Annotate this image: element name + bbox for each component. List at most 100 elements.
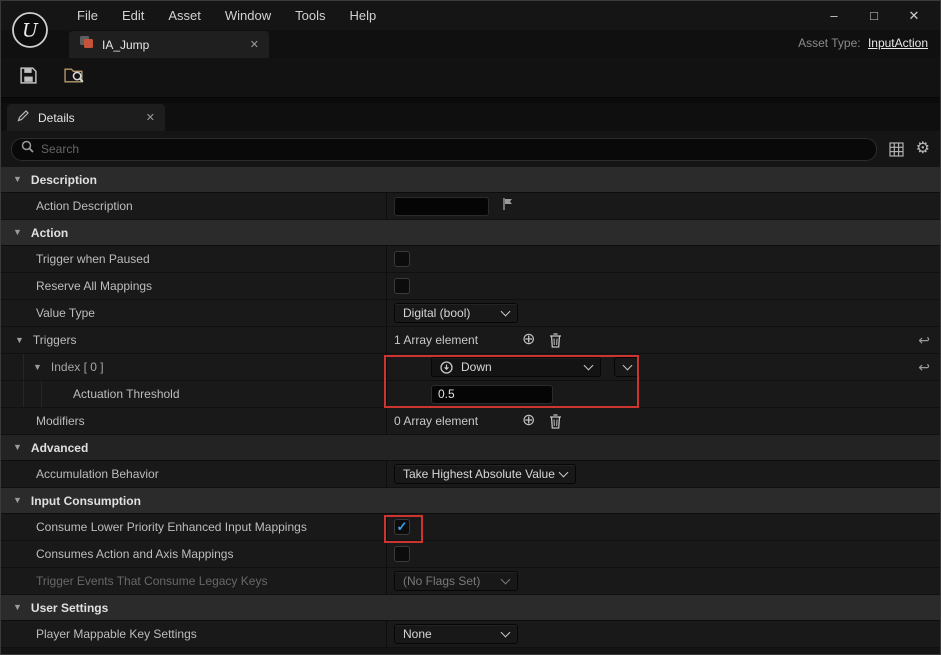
chevron-down-icon[interactable]: ▼ bbox=[15, 335, 24, 345]
asset-tab-strip: IA_Jump ✕ Asset Type: InputAction bbox=[1, 30, 940, 58]
chevron-down-icon bbox=[500, 627, 511, 637]
row-consumes-action-axis: Consumes Action and Axis Mappings ✓ bbox=[1, 541, 940, 568]
gear-icon[interactable]: ⚙ bbox=[916, 141, 930, 157]
input-action-icon bbox=[79, 35, 94, 54]
check-icon: ✓ bbox=[396, 519, 408, 534]
unreal-logo: U bbox=[11, 11, 49, 54]
row-consume-lower-priority: Consume Lower Priority Enhanced Input Ma… bbox=[1, 514, 940, 541]
dropdown-value: None bbox=[403, 627, 432, 641]
reserve-all-mappings-checkbox[interactable]: ✓ bbox=[394, 278, 410, 294]
section-title: Advanced bbox=[30, 440, 89, 455]
add-element-icon[interactable]: ⊕ bbox=[522, 413, 535, 429]
array-count-text: 0 Array element bbox=[394, 414, 479, 428]
chevron-down-icon: ▼ bbox=[13, 174, 22, 184]
chevron-down-icon bbox=[583, 360, 594, 370]
minimize-icon[interactable]: – bbox=[814, 1, 854, 30]
trash-icon[interactable] bbox=[549, 413, 562, 429]
property-label: Player Mappable Key Settings bbox=[36, 627, 197, 641]
row-player-mappable-key-settings: Player Mappable Key Settings None bbox=[1, 621, 940, 648]
tab-ia-jump[interactable]: IA_Jump ✕ bbox=[69, 31, 269, 58]
row-triggers: ▼ Triggers 1 Array element ⊕ ↩ bbox=[1, 327, 940, 354]
chevron-down-icon: ▼ bbox=[13, 442, 22, 452]
asset-type-link[interactable]: InputAction bbox=[868, 36, 928, 50]
section-title: Action bbox=[30, 225, 69, 240]
chevron-down-icon: ▼ bbox=[13, 495, 22, 505]
section-user-settings[interactable]: ▼ User Settings bbox=[1, 595, 940, 621]
indent-guide bbox=[41, 381, 42, 407]
menu-tools[interactable]: Tools bbox=[283, 1, 337, 30]
section-description[interactable]: ▼ Description bbox=[1, 167, 940, 193]
tab-details[interactable]: Details ✕ bbox=[7, 104, 165, 131]
search-icon bbox=[21, 140, 34, 158]
dropdown-value: Take Highest Absolute Value bbox=[403, 467, 555, 481]
menu-help[interactable]: Help bbox=[337, 1, 388, 30]
browse-to-asset-button[interactable] bbox=[61, 65, 87, 91]
reset-to-default-icon[interactable]: ↩ bbox=[918, 360, 930, 374]
property-label: Trigger when Paused bbox=[36, 252, 150, 266]
accumulation-behavior-dropdown[interactable]: Take Highest Absolute Value bbox=[394, 464, 576, 484]
search-input[interactable] bbox=[41, 142, 867, 156]
title-bar: File Edit Asset Window Tools Help – □ ✕ bbox=[1, 1, 940, 30]
section-title: User Settings bbox=[30, 600, 109, 615]
section-title: Input Consumption bbox=[30, 493, 141, 508]
dropdown-value: (No Flags Set) bbox=[403, 574, 481, 588]
menu-edit[interactable]: Edit bbox=[110, 1, 156, 30]
property-label: Accumulation Behavior bbox=[36, 467, 159, 481]
player-mappable-dropdown[interactable]: None bbox=[394, 624, 518, 644]
svg-text:U: U bbox=[22, 20, 39, 42]
trigger-events-dropdown: (No Flags Set) bbox=[394, 571, 518, 591]
actuation-threshold-input[interactable] bbox=[431, 384, 553, 404]
trash-icon[interactable] bbox=[549, 332, 562, 348]
consumes-action-axis-checkbox[interactable]: ✓ bbox=[394, 546, 410, 562]
menu-asset[interactable]: Asset bbox=[156, 1, 213, 30]
row-actuation-threshold: Actuation Threshold bbox=[1, 381, 940, 408]
array-count-text: 1 Array element bbox=[394, 333, 479, 347]
asset-type-label: Asset Type: bbox=[798, 36, 861, 50]
section-title: Description bbox=[30, 172, 97, 187]
details-tab-label: Details bbox=[38, 110, 75, 125]
tab-label: IA_Jump bbox=[102, 37, 150, 52]
menu-file[interactable]: File bbox=[65, 1, 110, 30]
element-options-dropdown[interactable] bbox=[614, 357, 640, 377]
row-action-description: Action Description bbox=[1, 193, 940, 220]
details-search-row: ⚙ bbox=[1, 131, 940, 167]
row-trigger-events-legacy: Trigger Events That Consume Legacy Keys … bbox=[1, 568, 940, 595]
maximize-icon[interactable]: □ bbox=[854, 1, 894, 30]
save-icon bbox=[19, 66, 38, 90]
menu-window[interactable]: Window bbox=[213, 1, 283, 30]
window-controls: – □ ✕ bbox=[814, 1, 940, 30]
trigger-when-paused-checkbox[interactable]: ✓ bbox=[394, 251, 410, 267]
section-input-consumption[interactable]: ▼ Input Consumption bbox=[1, 488, 940, 514]
search-side-icons: ⚙ bbox=[889, 141, 930, 157]
indent-guide bbox=[23, 354, 24, 380]
property-label: Actuation Threshold bbox=[73, 387, 180, 401]
trigger-down-icon bbox=[440, 360, 453, 374]
details-tab-strip: Details ✕ bbox=[1, 103, 940, 131]
consume-lower-priority-checkbox[interactable]: ✓ bbox=[394, 519, 410, 535]
close-icon[interactable]: ✕ bbox=[894, 1, 934, 30]
row-trigger-index-0: ▼ Index [ 0 ] Down ↩ bbox=[1, 354, 940, 381]
save-button[interactable] bbox=[15, 65, 41, 91]
display-filter-grid-icon[interactable] bbox=[889, 141, 904, 157]
tab-close-icon[interactable]: ✕ bbox=[250, 38, 259, 51]
property-label: Trigger Events That Consume Legacy Keys bbox=[36, 574, 268, 588]
toolbar bbox=[1, 58, 940, 98]
details-tab-close-icon[interactable]: ✕ bbox=[146, 111, 155, 124]
localization-flag-icon[interactable] bbox=[501, 197, 515, 216]
value-type-dropdown[interactable]: Digital (bool) bbox=[394, 303, 518, 323]
chevron-down-icon[interactable]: ▼ bbox=[33, 362, 42, 372]
chevron-down-icon: ▼ bbox=[13, 602, 22, 612]
section-advanced[interactable]: ▼ Advanced bbox=[1, 435, 940, 461]
reset-to-default-icon[interactable]: ↩ bbox=[918, 333, 930, 347]
dropdown-value: Down bbox=[461, 360, 492, 374]
property-label: Index [ 0 ] bbox=[50, 360, 104, 374]
row-reserve-all-mappings: Reserve All Mappings ✓ bbox=[1, 273, 940, 300]
action-description-input[interactable] bbox=[394, 196, 489, 216]
property-label: Action Description bbox=[36, 199, 133, 213]
section-action[interactable]: ▼ Action bbox=[1, 220, 940, 246]
indent-guide bbox=[23, 381, 24, 407]
details-property-grid: ▼ Description Action Description ▼ Actio… bbox=[1, 167, 940, 648]
property-label: Reserve All Mappings bbox=[36, 279, 153, 293]
trigger-type-dropdown[interactable]: Down bbox=[431, 357, 601, 377]
add-element-icon[interactable]: ⊕ bbox=[522, 332, 535, 348]
